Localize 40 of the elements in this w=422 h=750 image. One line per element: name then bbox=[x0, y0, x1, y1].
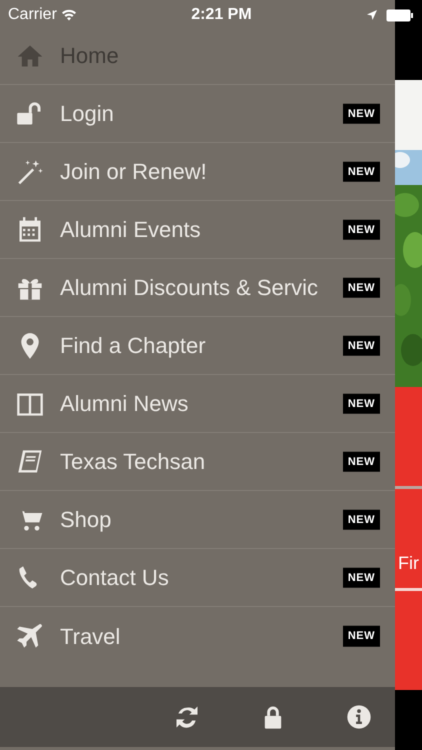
menu-label: Shop bbox=[60, 506, 112, 534]
menu-item[interactable]: Find a Chapter NEW bbox=[0, 317, 395, 375]
menu-item[interactable]: Travel NEW bbox=[0, 607, 395, 665]
new-badge: NEW bbox=[342, 335, 380, 356]
menu-label: Alumni News bbox=[60, 390, 188, 418]
menu-item[interactable]: Login NEW bbox=[0, 85, 395, 143]
menu-item[interactable]: Contact Us NEW bbox=[0, 549, 395, 607]
new-badge: NEW bbox=[342, 451, 380, 472]
new-badge: NEW bbox=[342, 219, 380, 240]
menu-label: Login bbox=[60, 100, 114, 128]
menu-label: Find a Chapter bbox=[60, 332, 206, 360]
menu-label: Contact Us bbox=[60, 564, 169, 592]
menu-item[interactable]: Alumni Events NEW bbox=[0, 201, 395, 259]
book-icon bbox=[16, 448, 44, 476]
location-arrow-icon bbox=[366, 9, 378, 21]
panel-text: Fir bbox=[398, 552, 419, 575]
wifi-icon bbox=[60, 9, 77, 21]
carrier-label: Carrier bbox=[8, 5, 57, 25]
new-badge: NEW bbox=[342, 393, 380, 414]
menu-item[interactable]: Join or Renew! NEW bbox=[0, 143, 395, 201]
new-badge: NEW bbox=[342, 103, 380, 124]
menu-item[interactable]: Alumni News NEW bbox=[0, 375, 395, 433]
menu-label: Alumni Events bbox=[60, 216, 201, 244]
new-badge: NEW bbox=[342, 626, 380, 646]
menu-item[interactable]: Texas Techsan NEW bbox=[0, 433, 395, 491]
clock-time: 2:21 PM bbox=[191, 5, 252, 25]
menu-label: Texas Techsan bbox=[60, 448, 206, 476]
airplane-icon bbox=[16, 622, 44, 650]
menu-item[interactable]: Alumni Discounts & Servic NEW bbox=[0, 259, 395, 317]
menu-label: Travel bbox=[60, 622, 120, 650]
menu-label: Alumni Discounts & Servic bbox=[60, 274, 318, 302]
magic-wand-icon bbox=[16, 158, 44, 186]
new-badge: NEW bbox=[342, 509, 380, 530]
new-badge: NEW bbox=[342, 277, 380, 298]
menu-item[interactable]: Shop NEW bbox=[0, 491, 395, 549]
new-badge: NEW bbox=[342, 567, 380, 588]
battery-icon bbox=[386, 8, 414, 22]
info-button[interactable] bbox=[345, 703, 373, 731]
new-badge: NEW bbox=[342, 161, 380, 182]
menu-label: Join or Renew! bbox=[60, 158, 207, 186]
